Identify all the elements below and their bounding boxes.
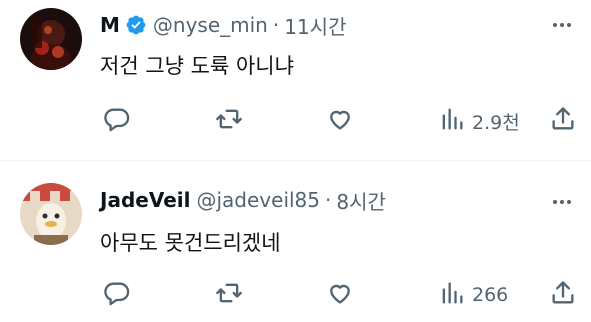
like-button[interactable] [326,280,354,310]
views-button[interactable]: 266 [438,280,508,310]
retweet-button[interactable] [215,280,243,310]
share-button[interactable] [549,106,577,136]
like-icon [326,279,354,312]
views-count: 2.9천 [472,111,520,134]
display-name[interactable]: M [100,13,120,37]
tweet-header: M @nyse_min · 11시간 [100,11,346,39]
more-icon[interactable] [549,189,575,215]
share-button[interactable] [549,280,577,310]
tweet-text: 저건 그냥 도륙 아니냐 [100,54,294,78]
retweet-icon [215,279,243,312]
tweet-header: JadeVeil @jadeveil85 · 8시간 [100,186,386,214]
separator-dot: · [272,13,280,37]
avatar[interactable] [20,183,82,245]
timestamp[interactable]: 11시간 [284,11,346,40]
like-button[interactable] [326,106,354,136]
avatar[interactable] [20,8,82,70]
reply-icon [103,279,131,312]
views-count: 266 [472,284,509,306]
tweet[interactable]: JadeVeil @jadeveil85 · 8시간 아무도 못건드리겠네 26… [0,160,591,322]
retweet-button[interactable] [215,106,243,136]
display-name[interactable]: JadeVeil [100,188,190,212]
like-icon [326,105,354,138]
retweet-icon [215,105,243,138]
verified-badge-icon [125,14,147,36]
share-icon [549,105,577,138]
tweet-actions: 266 [100,280,580,310]
reply-icon [103,105,131,138]
handle[interactable]: @nyse_min [153,13,268,37]
tweet-actions: 2.9천 [100,106,580,136]
reply-button[interactable] [103,106,131,136]
timestamp[interactable]: 8시간 [336,186,386,215]
separator-dot: · [325,188,332,212]
tweet-text: 아무도 못건드리겠네 [100,231,281,255]
tweet[interactable]: M @nyse_min · 11시간 저건 그냥 도륙 아니냐 2.9천 [0,0,591,160]
more-icon[interactable] [549,12,575,38]
views-button[interactable]: 2.9천 [438,106,520,136]
reply-button[interactable] [103,280,131,310]
views-icon [438,105,466,138]
handle[interactable]: @jadeveil85 [196,188,320,212]
views-icon [438,279,466,312]
share-icon [549,279,577,312]
